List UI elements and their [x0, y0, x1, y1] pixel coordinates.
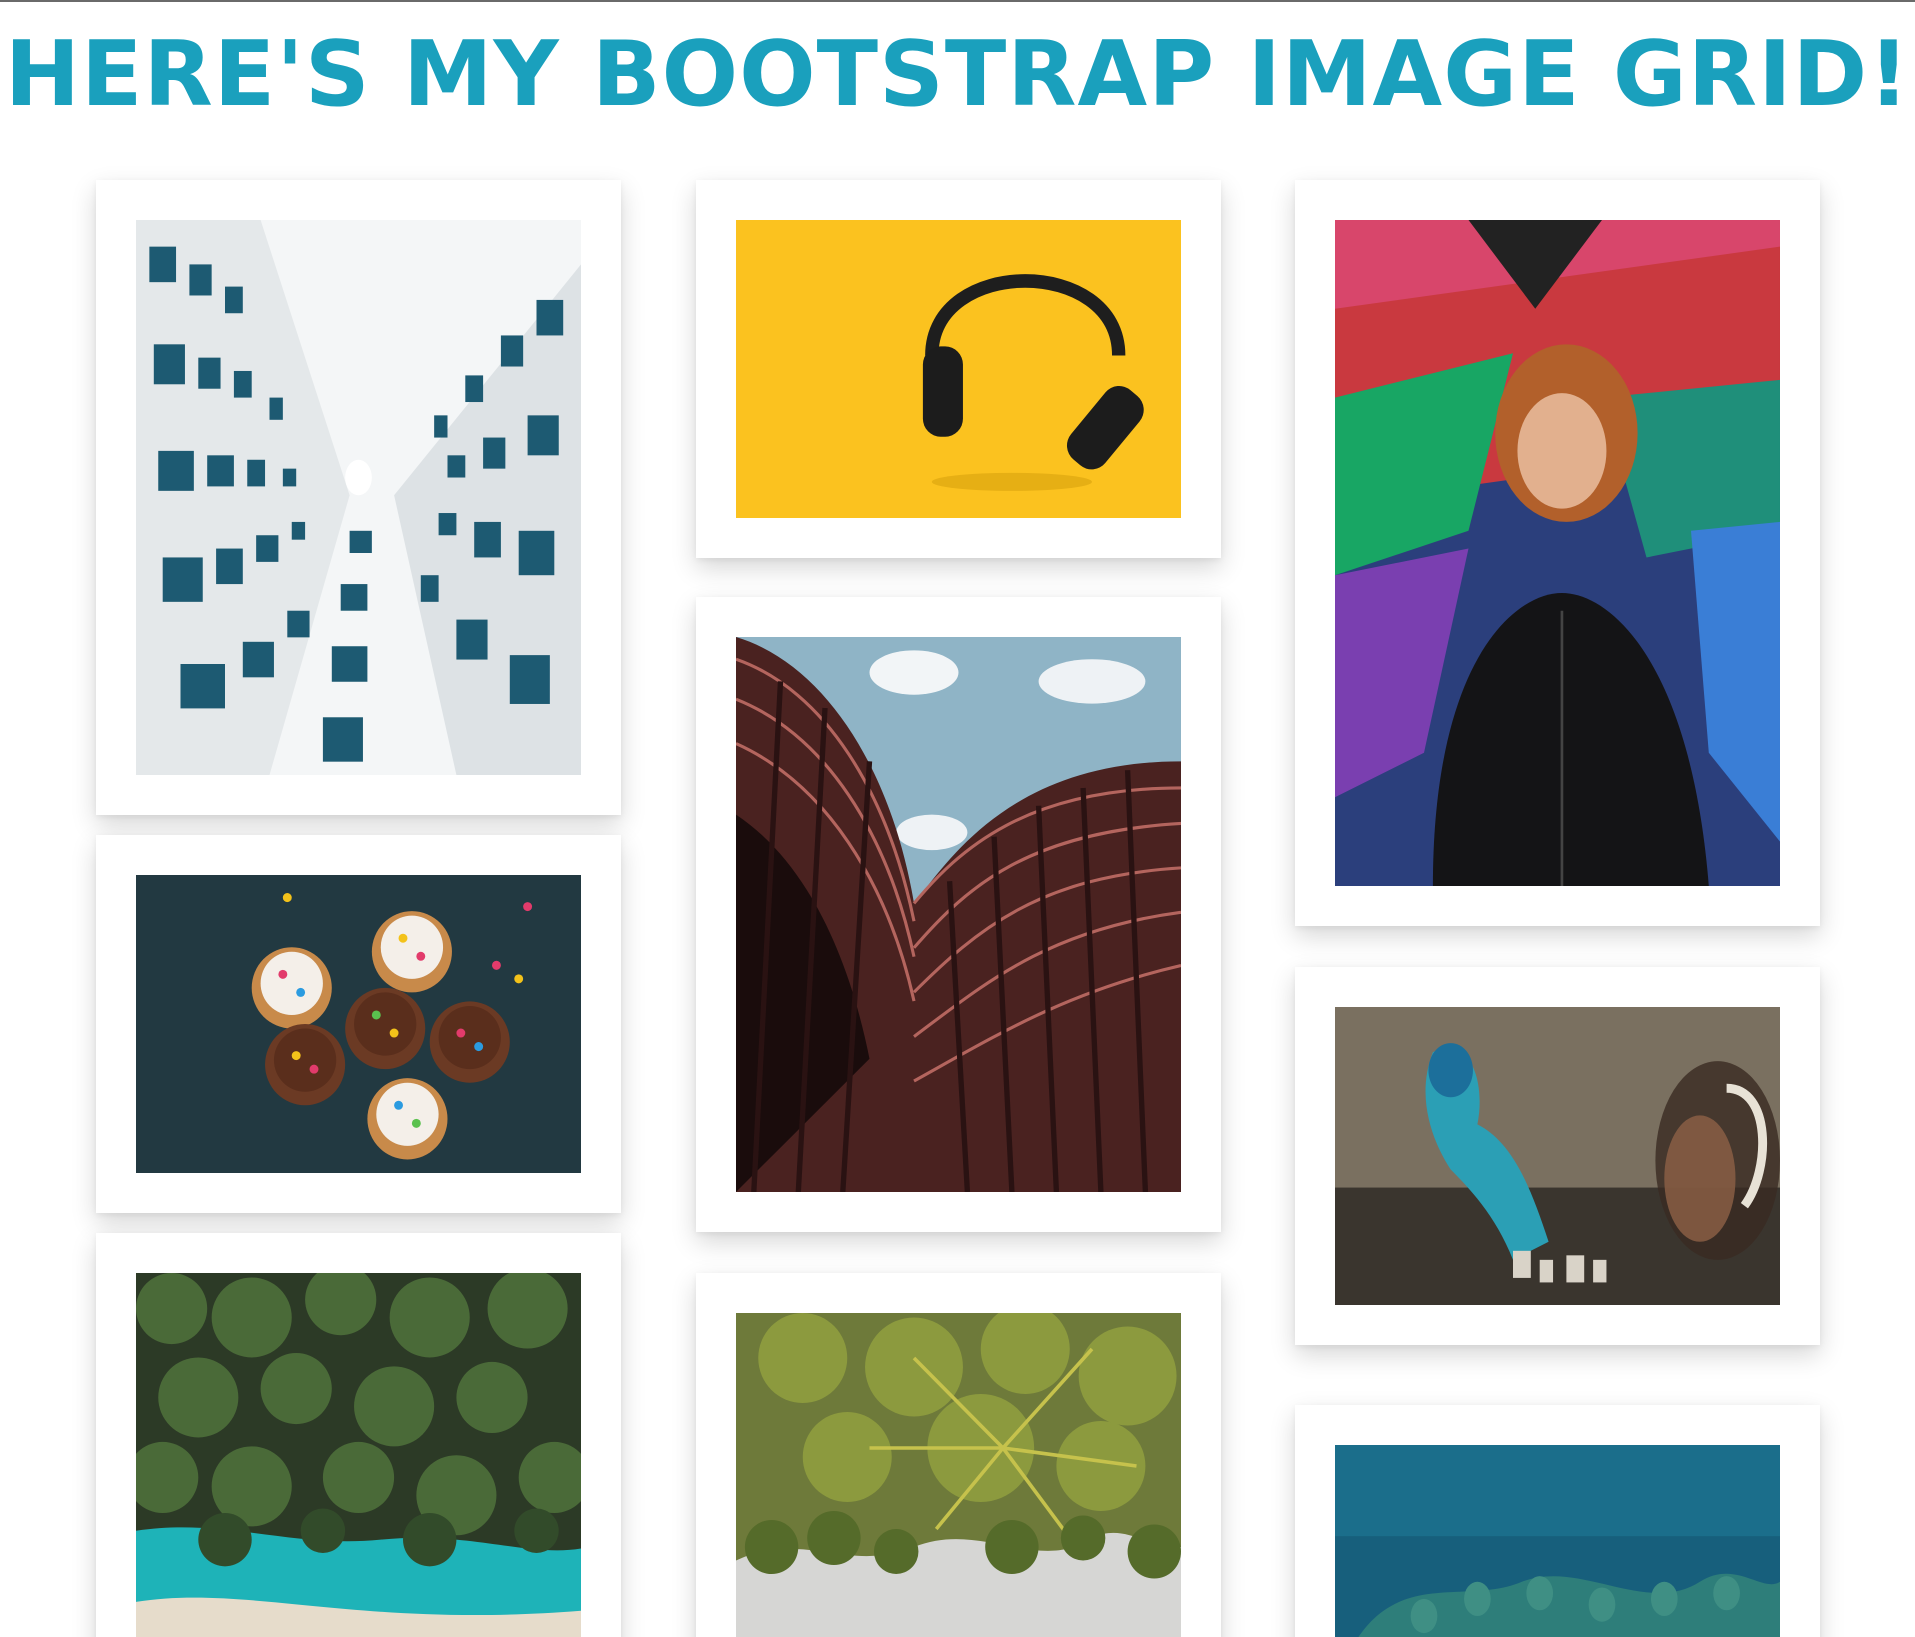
- image-card[interactable]: [96, 1233, 621, 1637]
- image-ocean-reef: [1335, 1445, 1780, 1637]
- image-card[interactable]: [696, 180, 1221, 558]
- image-card[interactable]: [96, 835, 621, 1213]
- image-card[interactable]: [1295, 180, 1820, 926]
- image-card[interactable]: [96, 180, 621, 815]
- image-card[interactable]: [696, 1273, 1221, 1637]
- image-card[interactable]: [1295, 1405, 1820, 1637]
- image-curved-tower: [736, 637, 1181, 1192]
- image-cupcakes: [136, 875, 581, 1173]
- image-headphones: [736, 220, 1181, 518]
- image-palms-below: [736, 1313, 1181, 1637]
- image-card[interactable]: [696, 597, 1221, 1232]
- image-building-white: [136, 220, 581, 775]
- image-graffiti-girl: [1335, 1007, 1780, 1305]
- image-graffiti-portrait: [1335, 220, 1780, 886]
- image-grid: [0, 0, 1915, 1637]
- image-card[interactable]: [1295, 967, 1820, 1345]
- image-palm-beach: [136, 1273, 581, 1637]
